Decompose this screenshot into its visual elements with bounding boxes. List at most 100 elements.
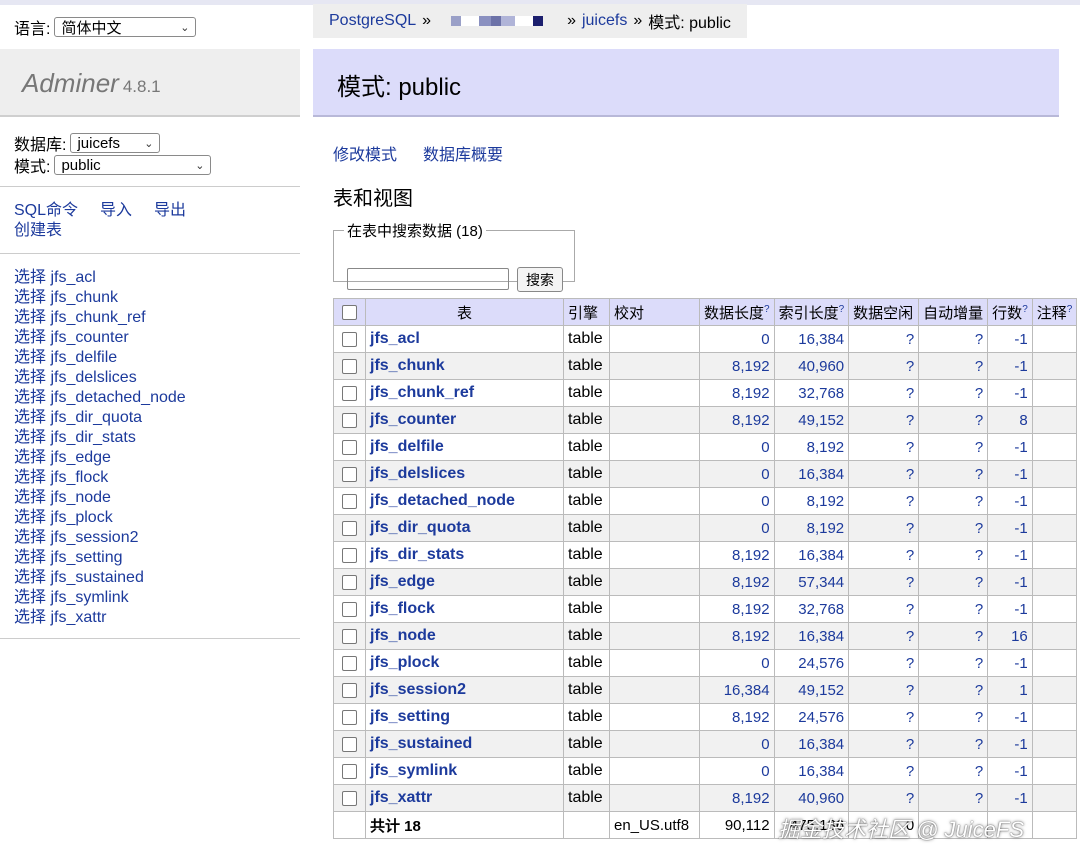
- auto-increment-cell[interactable]: ?: [918, 433, 989, 461]
- rows-cell[interactable]: -1: [987, 460, 1033, 488]
- data-free-cell[interactable]: ?: [848, 622, 920, 650]
- auto-increment-cell[interactable]: ?: [918, 406, 989, 434]
- index-length-cell[interactable]: 16,384: [773, 541, 850, 569]
- col-header-data-free[interactable]: 数据空闲: [848, 298, 920, 326]
- auto-increment-cell[interactable]: ?: [918, 595, 989, 623]
- table-name-link[interactable]: jfs_delfile: [370, 438, 444, 455]
- help-icon[interactable]: ?: [1067, 304, 1073, 315]
- table-name-link[interactable]: jfs_session2: [370, 681, 466, 698]
- sidebar-item-jfs-delslices[interactable]: 选择 jfs_delslices: [14, 369, 137, 386]
- rows-cell[interactable]: 16: [987, 622, 1033, 650]
- row-checkbox[interactable]: [342, 602, 357, 618]
- auto-increment-cell[interactable]: ?: [918, 676, 989, 704]
- table-name-link[interactable]: jfs_chunk_ref: [370, 384, 474, 401]
- row-checkbox[interactable]: [342, 764, 357, 780]
- export-link[interactable]: 导出: [154, 202, 186, 219]
- data-length-cell[interactable]: 0: [699, 757, 775, 785]
- language-select[interactable]: 简体中文 ⌄: [54, 17, 197, 37]
- rows-cell[interactable]: -1: [987, 433, 1033, 461]
- rows-cell[interactable]: -1: [987, 541, 1033, 569]
- sidebar-item-jfs-session2[interactable]: 选择 jfs_session2: [14, 529, 139, 546]
- data-length-cell[interactable]: 8,192: [699, 784, 775, 812]
- index-length-cell[interactable]: 49,152: [773, 676, 850, 704]
- table-name-link[interactable]: jfs_symlink: [370, 762, 457, 779]
- rows-cell[interactable]: -1: [987, 568, 1033, 596]
- data-length-cell[interactable]: 8,192: [699, 406, 775, 434]
- rows-cell[interactable]: -1: [987, 379, 1033, 407]
- rows-cell[interactable]: -1: [987, 784, 1033, 812]
- index-length-cell[interactable]: 8,192: [773, 514, 850, 542]
- table-name-link[interactable]: jfs_detached_node: [370, 492, 515, 509]
- sidebar-item-jfs-symlink[interactable]: 选择 jfs_symlink: [14, 589, 129, 606]
- sidebar-item-jfs-chunk-ref[interactable]: 选择 jfs_chunk_ref: [14, 309, 146, 326]
- data-length-cell[interactable]: 0: [699, 487, 775, 515]
- import-link[interactable]: 导入: [100, 202, 132, 219]
- index-length-cell[interactable]: 40,960: [773, 784, 850, 812]
- table-name-link[interactable]: jfs_dir_stats: [370, 546, 464, 563]
- search-button[interactable]: 搜索: [517, 267, 563, 292]
- auto-increment-cell[interactable]: ?: [918, 352, 989, 380]
- col-header-data-length[interactable]: 数据长度?: [699, 298, 775, 326]
- col-header-collation[interactable]: 校对: [609, 298, 700, 326]
- data-length-cell[interactable]: 0: [699, 325, 775, 353]
- table-name-link[interactable]: jfs_delslices: [370, 465, 465, 482]
- sidebar-item-jfs-node[interactable]: 选择 jfs_node: [14, 489, 111, 506]
- table-name-link[interactable]: jfs_acl: [370, 330, 420, 347]
- row-checkbox[interactable]: [342, 332, 357, 348]
- data-free-cell[interactable]: ?: [848, 595, 920, 623]
- index-length-cell[interactable]: 24,576: [773, 649, 850, 677]
- index-length-cell[interactable]: 40,960: [773, 352, 850, 380]
- row-checkbox[interactable]: [342, 386, 357, 402]
- row-checkbox[interactable]: [342, 683, 357, 699]
- data-free-cell[interactable]: ?: [848, 352, 920, 380]
- data-free-cell[interactable]: ?: [848, 676, 920, 704]
- table-name-link[interactable]: jfs_flock: [370, 600, 435, 617]
- row-checkbox[interactable]: [342, 440, 357, 456]
- row-checkbox[interactable]: [342, 656, 357, 672]
- index-length-cell[interactable]: 16,384: [773, 622, 850, 650]
- sidebar-item-jfs-detached-node[interactable]: 选择 jfs_detached_node: [14, 389, 186, 406]
- data-length-cell[interactable]: 0: [699, 649, 775, 677]
- table-name-link[interactable]: jfs_dir_quota: [370, 519, 470, 536]
- breadcrumb-database[interactable]: juicefs: [582, 12, 627, 30]
- row-checkbox[interactable]: [342, 710, 357, 726]
- table-name-link[interactable]: jfs_node: [370, 627, 436, 644]
- sidebar-item-jfs-acl[interactable]: 选择 jfs_acl: [14, 269, 96, 286]
- index-length-cell[interactable]: 16,384: [773, 460, 850, 488]
- data-free-cell[interactable]: ?: [848, 460, 920, 488]
- data-length-cell[interactable]: 8,192: [699, 622, 775, 650]
- data-length-cell[interactable]: 0: [699, 460, 775, 488]
- rows-cell[interactable]: 8: [987, 406, 1033, 434]
- index-length-cell[interactable]: 8,192: [773, 487, 850, 515]
- data-free-cell[interactable]: ?: [848, 730, 920, 758]
- rows-cell[interactable]: -1: [987, 325, 1033, 353]
- table-name-link[interactable]: jfs_chunk: [370, 357, 445, 374]
- search-input[interactable]: [347, 268, 509, 290]
- data-length-cell[interactable]: 8,192: [699, 352, 775, 380]
- app-logo[interactable]: Adminer 4.8.1: [22, 68, 161, 99]
- table-name-link[interactable]: jfs_counter: [370, 411, 456, 428]
- data-free-cell[interactable]: ?: [848, 649, 920, 677]
- auto-increment-cell[interactable]: ?: [918, 568, 989, 596]
- data-length-cell[interactable]: 0: [699, 730, 775, 758]
- data-length-cell[interactable]: 16,384: [699, 676, 775, 704]
- rows-cell[interactable]: -1: [987, 595, 1033, 623]
- row-checkbox[interactable]: [342, 413, 357, 429]
- row-checkbox[interactable]: [342, 548, 357, 564]
- auto-increment-cell[interactable]: ?: [918, 460, 989, 488]
- row-checkbox[interactable]: [342, 575, 357, 591]
- row-checkbox[interactable]: [342, 521, 357, 537]
- data-length-cell[interactable]: 8,192: [699, 541, 775, 569]
- auto-increment-cell[interactable]: ?: [918, 757, 989, 785]
- data-length-cell[interactable]: 8,192: [699, 595, 775, 623]
- data-length-cell[interactable]: 8,192: [699, 568, 775, 596]
- row-checkbox[interactable]: [342, 791, 357, 807]
- data-length-cell[interactable]: 8,192: [699, 703, 775, 731]
- index-length-cell[interactable]: 24,576: [773, 703, 850, 731]
- col-header-index-length[interactable]: 索引长度?: [773, 298, 850, 326]
- rows-cell[interactable]: -1: [987, 757, 1033, 785]
- rows-cell[interactable]: 1: [987, 676, 1033, 704]
- schema-select[interactable]: public ⌄: [54, 155, 212, 175]
- col-header-rows[interactable]: 行数?: [987, 298, 1033, 326]
- index-length-cell[interactable]: 16,384: [773, 730, 850, 758]
